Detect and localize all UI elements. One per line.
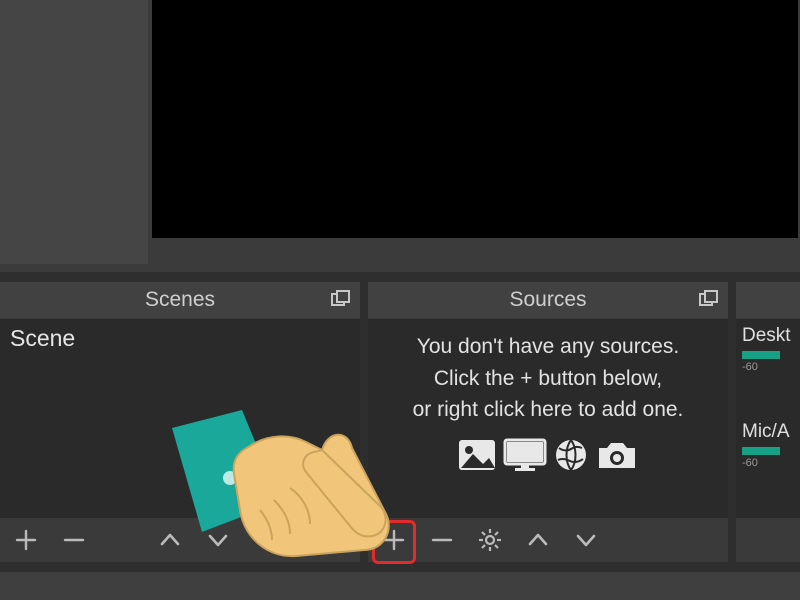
sources-body[interactable]: You don't have any sources. Click the + … [368,319,728,518]
scenes-title: Scenes [145,288,215,312]
scene-down-button[interactable] [204,526,232,554]
sources-empty-line3: or right click here to add one. [378,394,718,426]
upper-area [0,0,800,272]
sources-toolbar [368,518,728,562]
upper-side-panel [0,0,148,264]
mixer-toolbar [736,518,800,562]
mixer-header [736,282,800,319]
mixer-meter [742,447,796,455]
add-scene-button[interactable] [12,526,40,554]
sources-empty-line1: You don't have any sources. [378,331,718,363]
monitor-icon [503,438,547,472]
panel-sources: Sources You don't have any sources. Clic… [368,282,728,562]
sources-empty-text: You don't have any sources. Click the + … [368,319,728,430]
popout-icon[interactable] [698,288,720,310]
source-up-button[interactable] [524,526,552,554]
mixer-item-label: Deskt [742,325,791,347]
mixer-db: -60 [742,457,758,469]
camera-icon [595,438,639,472]
sources-empty-line2: Click the + button below, [378,363,718,395]
mixer-db: -60 [742,361,758,373]
scenes-header: Scenes [0,282,360,319]
source-down-button[interactable] [572,526,600,554]
remove-scene-button[interactable] [60,526,88,554]
sources-empty-icons [368,438,728,472]
mixer-item-label: Mic/A [742,421,790,443]
image-icon [457,438,497,472]
source-properties-button[interactable] [476,526,504,554]
mixer-meter [742,351,796,359]
add-source-button[interactable] [380,526,408,554]
remove-source-button[interactable] [428,526,456,554]
panel-scenes: Scenes Scene [0,282,360,562]
panel-mixer: Deskt -60 Mic/A -60 [736,282,800,562]
popout-icon[interactable] [330,288,352,310]
sources-header: Sources [368,282,728,319]
mixer-body[interactable]: Deskt -60 Mic/A -60 [736,319,800,518]
scenes-list[interactable]: Scene [0,319,360,518]
scene-up-button[interactable] [156,526,184,554]
scene-item[interactable]: Scene [0,319,360,358]
scenes-toolbar [0,518,360,562]
globe-icon [553,438,589,472]
sources-title: Sources [509,288,586,312]
preview-canvas[interactable] [152,0,798,238]
h-divider [0,272,800,280]
bottom-strip [0,572,800,600]
